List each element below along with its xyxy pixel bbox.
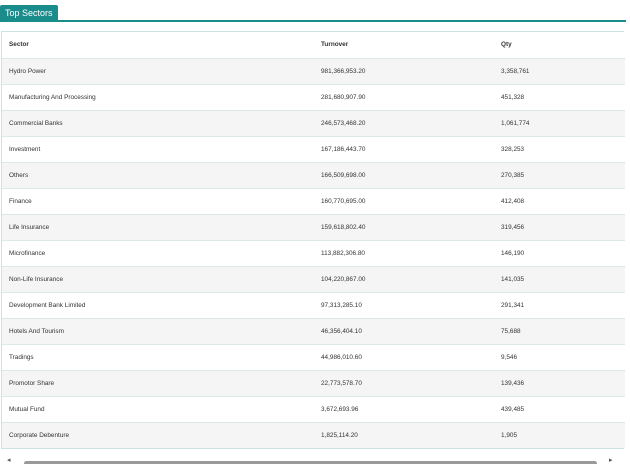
sector-cell: Manufacturing And Processing [2,84,314,111]
table-header-row: Sector Turnover Qty [2,32,625,59]
qty-cell: 3,358,761 [494,58,625,85]
turnover-cell: 97,313,285.10 [314,292,494,319]
qty-cell: 1,061,774 [494,110,625,137]
table-row[interactable]: Finance 160,770,695.00 412,408 [2,188,625,215]
sector-cell: Finance [2,188,314,215]
qty-cell: 9,546 [494,344,625,371]
turnover-cell: 46,356,404.10 [314,318,494,345]
qty-cell: 319,456 [494,214,625,241]
table-row[interactable]: Mutual Fund 3,672,693.96 439,485 [2,396,625,423]
scroll-left-arrow-icon[interactable]: ◂ [7,457,11,464]
horizontal-scrollbar[interactable]: ◂ ▸ [0,457,630,464]
sector-cell: Life Insurance [2,214,314,241]
turnover-cell: 167,186,443.70 [314,136,494,163]
tab-bar: Top Sectors [0,5,626,22]
turnover-cell: 160,770,695.00 [314,188,494,215]
turnover-cell: 113,882,306.80 [314,240,494,267]
sector-cell: Microfinance [2,240,314,267]
sector-cell: Hydro Power [2,58,314,85]
turnover-cell: 3,672,693.96 [314,396,494,423]
scroll-right-arrow-icon[interactable]: ▸ [609,457,613,464]
qty-cell: 291,341 [494,292,625,319]
turnover-cell: 1,825,114.20 [321,431,358,439]
sector-cell: Mutual Fund [2,396,314,423]
turnover-cell: 104,220,867.00 [314,266,494,293]
table-row[interactable]: Hotels And Tourism 46,356,404.10 75,688 [2,318,625,345]
column-header-turnover[interactable]: Turnover [314,32,494,59]
turnover-cell: 981,366,953.20 [314,58,494,85]
table-row[interactable]: Corporate Debenture 1,825,114.20 1,905 [2,422,625,448]
qty-cell: 451,328 [494,84,625,111]
sector-cell: Investment [2,136,314,163]
turnover-cell: 281,680,907.90 [314,84,494,111]
column-header-qty[interactable]: Qty [494,32,625,59]
qty-cell: 1,905 [501,431,517,439]
table-row[interactable]: Promotor Share 22,773,578.70 139,436 [2,370,625,397]
table-row[interactable]: Non-Life Insurance 104,220,867.00 141,035 [2,266,625,293]
sector-cell: Others [2,162,314,189]
table-row[interactable]: Microfinance 113,882,306.80 146,190 [2,240,625,267]
table-row[interactable]: Others 166,509,698.00 270,385 [2,162,625,189]
tab-top-sectors[interactable]: Top Sectors [0,5,58,22]
table-row[interactable]: Hydro Power 981,366,953.20 3,358,761 [2,58,625,85]
qty-cell: 270,385 [494,162,625,189]
qty-cell: 141,035 [494,266,625,293]
turnover-cell: 44,986,010.60 [314,344,494,371]
qty-cell: 412,408 [494,188,625,215]
table-row[interactable]: Investment 167,186,443.70 328,253 [2,136,625,163]
sector-cell: Non-Life Insurance [2,266,314,293]
qty-cell: 328,253 [494,136,625,163]
turnover-cell: 246,573,468.20 [314,110,494,137]
table-row[interactable]: Tradings 44,986,010.60 9,546 [2,344,625,371]
qty-cell: 139,436 [494,370,625,397]
qty-cell: 146,190 [494,240,625,267]
sector-cell: Corporate Debenture [9,431,70,439]
top-sectors-table: Sector Turnover Qty Hydro Power 981,366,9… [1,31,625,449]
table-row[interactable]: Development Bank Limited 97,313,285.10 291… [2,292,625,319]
sector-cell: Development Bank Limited [2,292,314,319]
qty-cell: 75,688 [494,318,625,345]
turnover-cell: 166,509,698.00 [314,162,494,189]
qty-cell: 439,485 [494,396,625,423]
sector-cell: Tradings [2,344,314,371]
sector-cell: Promotor Share [2,370,314,397]
sector-cell: Commercial Banks [2,110,314,137]
turnover-cell: 22,773,578.70 [314,370,494,397]
turnover-cell: 159,618,802.40 [314,214,494,241]
table-row[interactable]: Manufacturing And Processing 281,680,907.… [2,84,625,111]
table-row[interactable]: Life Insurance 159,618,802.40 319,456 [2,214,625,241]
sector-cell: Hotels And Tourism [2,318,314,345]
table-row[interactable]: Commercial Banks 246,573,468.20 1,061,774 [2,110,625,137]
column-header-sector[interactable]: Sector [2,32,314,59]
